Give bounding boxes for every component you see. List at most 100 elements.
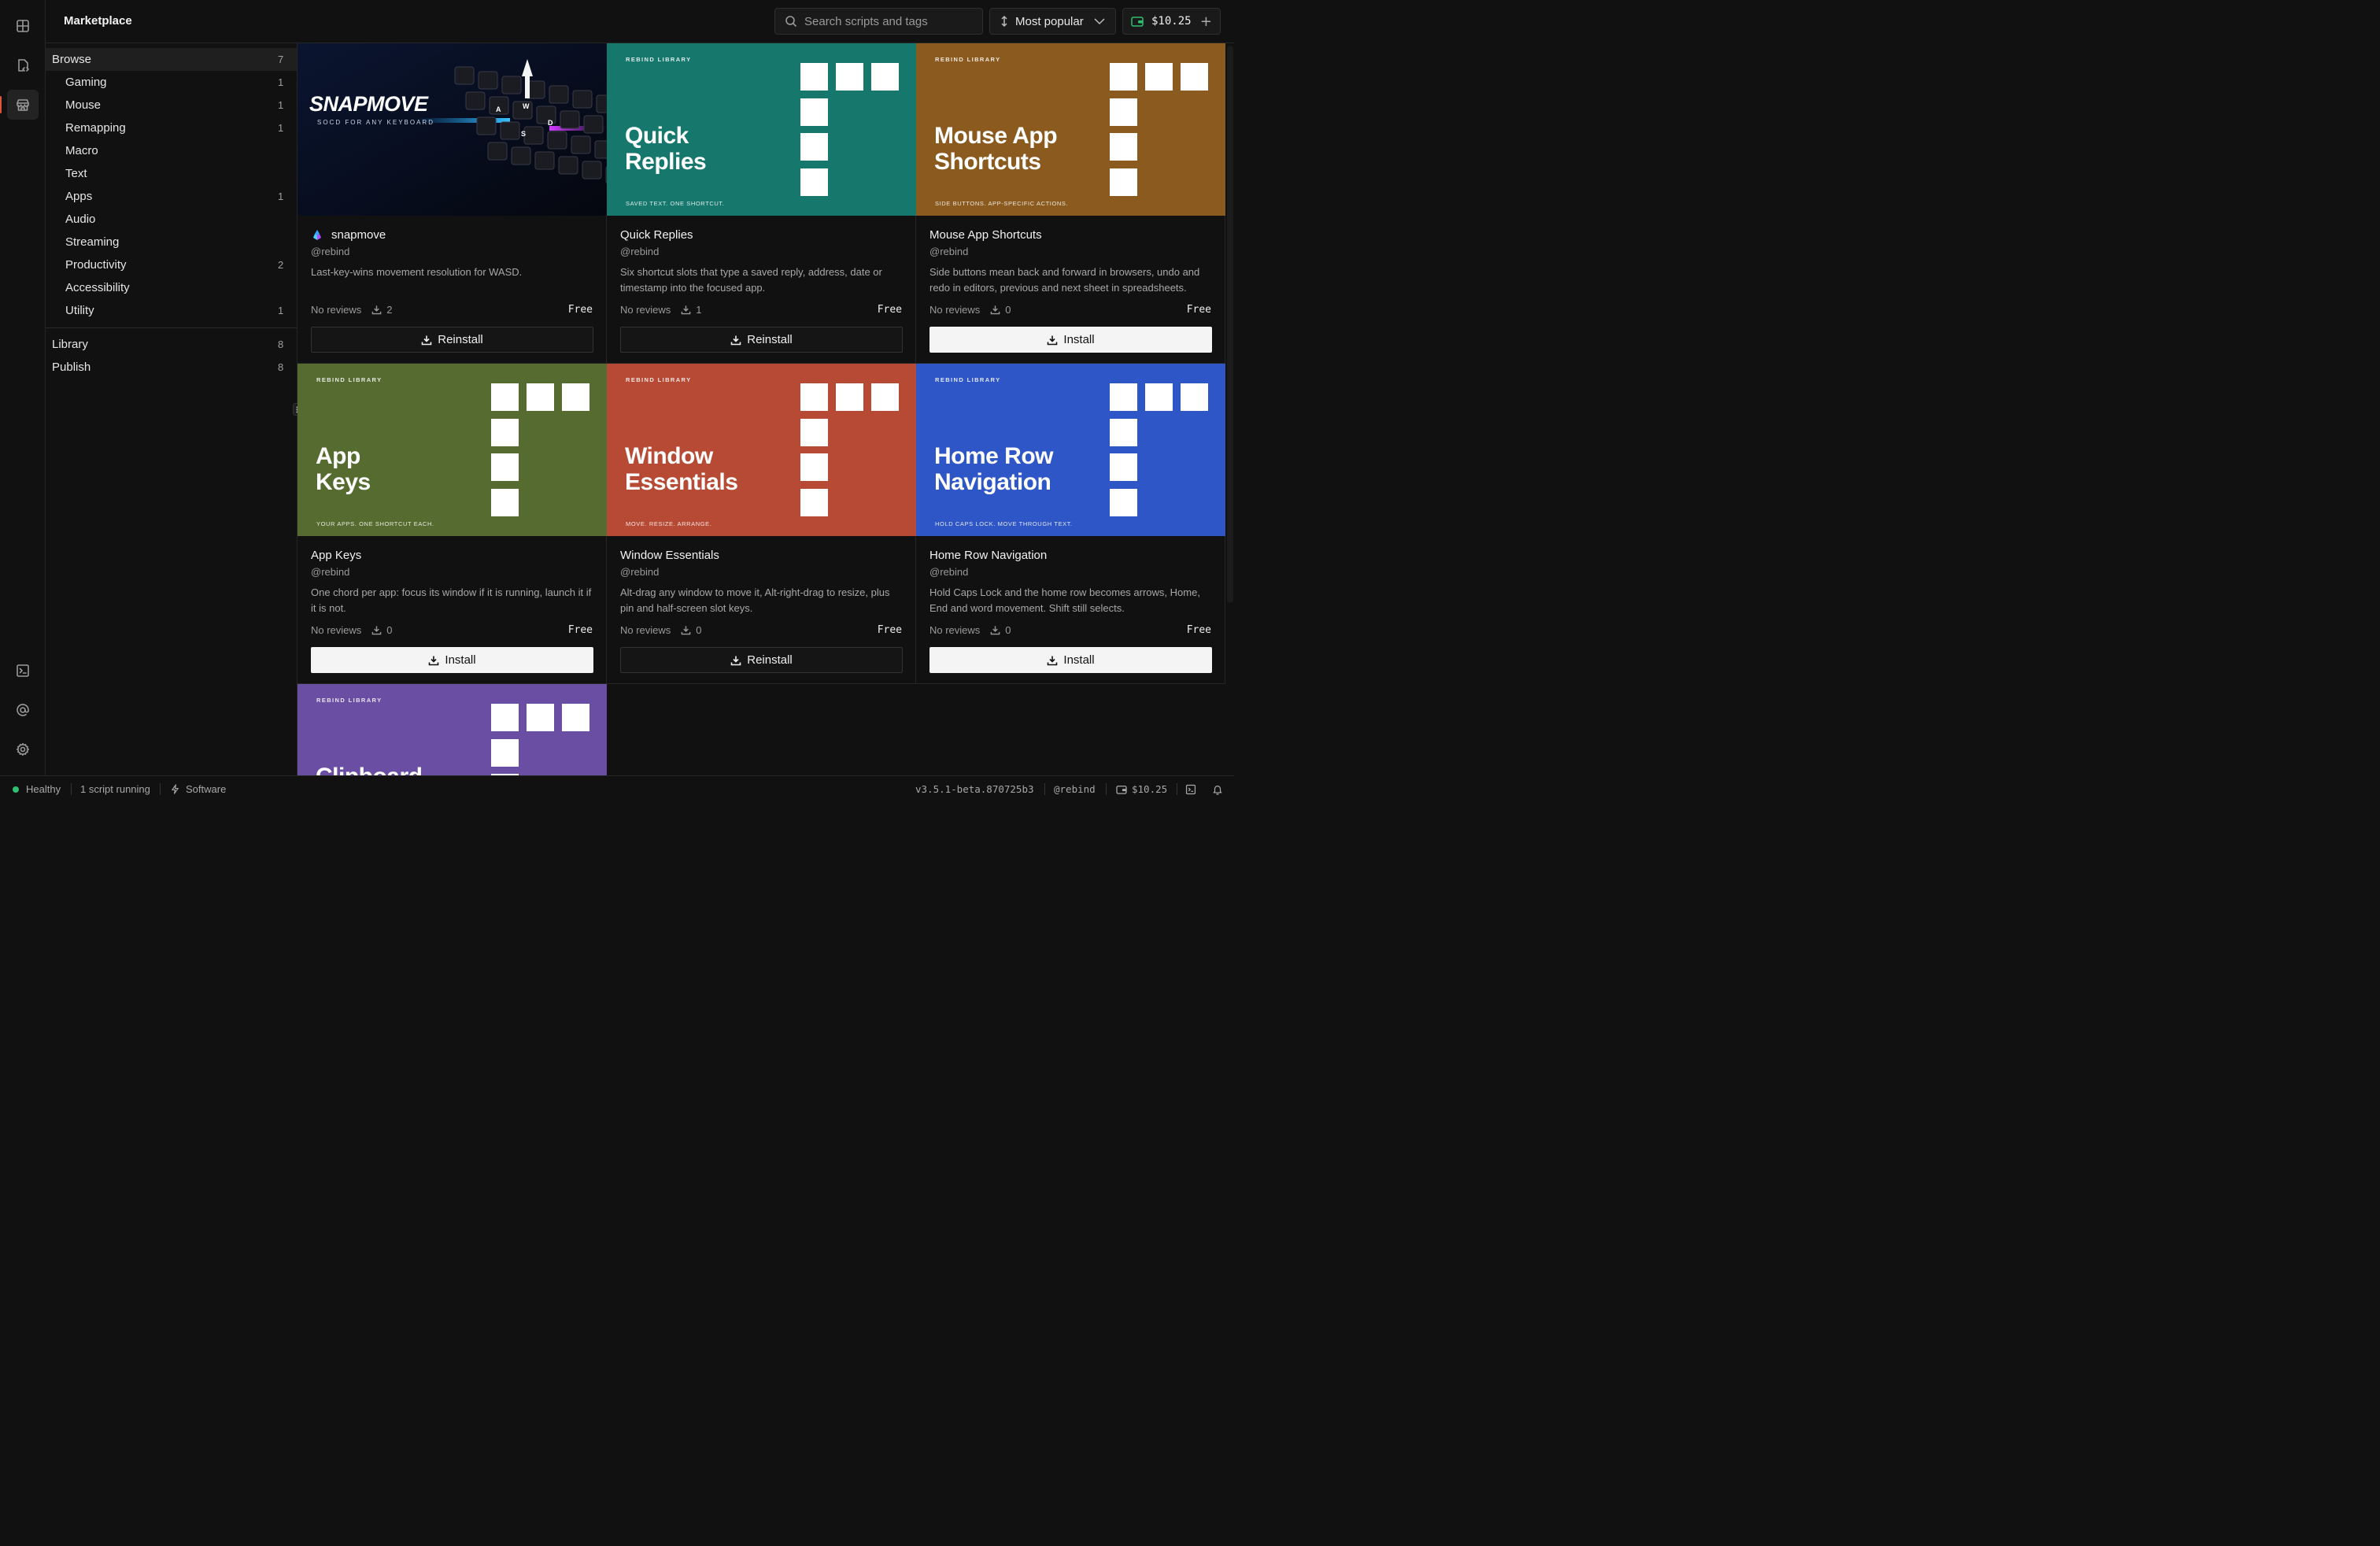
card-title[interactable]: Window Essentials xyxy=(620,549,719,562)
sidebar-item-label: Gaming xyxy=(65,76,107,89)
card-author[interactable]: @rebind xyxy=(620,566,659,578)
sidebar-item-remapping[interactable]: Remapping 1 xyxy=(46,117,297,139)
settings-icon[interactable] xyxy=(7,734,39,764)
sidebar-item-browse[interactable]: Browse 7 xyxy=(46,48,297,71)
card-title[interactable]: App Keys xyxy=(311,549,361,562)
at-icon[interactable] xyxy=(7,695,39,725)
card-banner[interactable]: SNAPMOVE SOCD FOR ANY KEYBOARD A W S D xyxy=(298,43,607,216)
install-count: 0 xyxy=(1005,304,1011,316)
banner-heading-line: Replies xyxy=(625,149,707,175)
add-funds-button[interactable]: + xyxy=(1200,13,1212,30)
download-icon xyxy=(1048,656,1058,665)
banner-heading-line: Keys xyxy=(316,469,371,495)
sidebar-item-gaming[interactable]: Gaming 1 xyxy=(46,71,297,94)
script-edit-icon[interactable] xyxy=(7,50,39,80)
reinstall-button[interactable]: Reinstall xyxy=(311,327,593,353)
script-card[interactable]: REBIND LIBRARY Quick Replies SAVED TEXT. ON… xyxy=(607,43,916,364)
install-count: 1 xyxy=(696,304,702,316)
sidebar-item-macro[interactable]: Macro xyxy=(46,139,297,162)
reviews-label: No reviews xyxy=(620,624,671,636)
reinstall-button[interactable]: Reinstall xyxy=(620,647,903,673)
sidebar-item-productivity[interactable]: Productivity 2 xyxy=(46,253,297,276)
sort-icon xyxy=(1001,15,1007,28)
banner-square xyxy=(1110,168,1137,196)
card-banner[interactable]: REBIND LIBRARY Mouse App Shortcuts SIDE BUT… xyxy=(916,43,1225,216)
grid-icon[interactable] xyxy=(7,11,39,41)
banner-square xyxy=(1110,489,1137,516)
card-description: One chord per app: focus its window if i… xyxy=(311,586,592,614)
sidebar-item-label: Apps xyxy=(65,190,93,203)
card-author[interactable]: @rebind xyxy=(620,246,659,257)
card-title[interactable]: Home Row Navigation xyxy=(929,549,1047,562)
sort-dropdown[interactable]: Most popular xyxy=(989,8,1116,35)
sort-label: Most popular xyxy=(1015,14,1084,28)
reinstall-button[interactable]: Reinstall xyxy=(620,327,903,353)
mode-status[interactable]: Software xyxy=(170,776,226,802)
status-wallet[interactable]: $10.25 xyxy=(1116,776,1167,802)
user-handle[interactable]: @rebind xyxy=(1054,776,1096,802)
price-label: Free xyxy=(567,304,593,316)
scrollbar-thumb[interactable] xyxy=(1227,46,1233,603)
banner-tag: REBIND LIBRARY xyxy=(626,56,692,63)
snapmove-logo-icon xyxy=(313,229,321,240)
script-card[interactable]: REBIND LIBRARY App Keys YOUR APPS. ONE SHOR… xyxy=(298,364,607,684)
script-card[interactable]: REBIND LIBRARY Mouse App Shortcuts SIDE BUT… xyxy=(916,43,1225,364)
banner-square xyxy=(800,133,828,161)
download-icon xyxy=(730,656,741,665)
install-button[interactable]: Install xyxy=(929,327,1212,353)
search-icon xyxy=(785,16,797,28)
wallet-button[interactable]: $10.25 + xyxy=(1122,8,1221,35)
sidebar-item-library[interactable]: Library 8 xyxy=(46,333,297,356)
card-title-text: snapmove xyxy=(331,228,386,242)
card-author[interactable]: @rebind xyxy=(929,246,968,257)
script-card[interactable]: REBIND LIBRARY Clipboard xyxy=(298,684,607,775)
card-title[interactable]: Mouse App Shortcuts xyxy=(929,228,1042,242)
store-icon[interactable] xyxy=(0,90,39,120)
script-card[interactable]: SNAPMOVE SOCD FOR ANY KEYBOARD A W S D snapmov… xyxy=(298,43,607,364)
search-input[interactable] xyxy=(804,14,970,28)
banner-square xyxy=(527,383,554,411)
card-banner[interactable]: REBIND LIBRARY Quick Replies SAVED TEXT. ON… xyxy=(607,43,916,216)
card-title-text: Home Row Navigation xyxy=(929,549,1048,562)
banner-heading-line: Shortcuts xyxy=(934,149,1041,175)
banner-subtag: YOUR APPS. ONE SHORTCUT EACH. xyxy=(316,520,434,527)
banner-heading-line: Home Row xyxy=(934,443,1054,469)
search-box[interactable] xyxy=(774,8,983,35)
script-card[interactable]: REBIND LIBRARY Home Row Navigation HOLD CAP… xyxy=(916,364,1225,684)
sidebar-item-text[interactable]: Text xyxy=(46,162,297,185)
scripts-running[interactable]: 1 script running xyxy=(80,776,150,802)
card-author[interactable]: @rebind xyxy=(929,566,968,578)
health-label: Healthy xyxy=(26,783,61,795)
banner-heading-line: Quick xyxy=(625,123,689,149)
card-banner[interactable]: REBIND LIBRARY Home Row Navigation HOLD CAP… xyxy=(916,364,1225,536)
sidebar-item-audio[interactable]: Audio xyxy=(46,208,297,231)
sidebar-item-publish[interactable]: Publish 8 xyxy=(46,356,297,379)
banner-square xyxy=(871,383,899,411)
sidebar-item-apps[interactable]: Apps 1 xyxy=(46,185,297,208)
wallet-icon xyxy=(1131,17,1144,27)
install-count: 0 xyxy=(1005,624,1011,636)
console-icon[interactable] xyxy=(1185,776,1196,802)
status-wallet-amount: $10.25 xyxy=(1132,783,1168,795)
script-card[interactable]: REBIND LIBRARY Window Essentials MOVE. RESI… xyxy=(607,364,916,684)
sidebar-item-accessibility[interactable]: Accessibility xyxy=(46,276,297,299)
install-button[interactable]: Install xyxy=(311,647,593,673)
bell-icon[interactable] xyxy=(1212,776,1223,802)
card-author[interactable]: @rebind xyxy=(311,566,349,578)
card-banner[interactable]: REBIND LIBRARY App Keys YOUR APPS. ONE SHOR… xyxy=(298,364,607,536)
banner-subtag: HOLD CAPS LOCK. MOVE THROUGH TEXT. xyxy=(935,520,1073,527)
card-banner[interactable]: REBIND LIBRARY Clipboard xyxy=(298,684,607,775)
card-title[interactable]: Quick Replies xyxy=(620,228,693,242)
sidebar-item-utility[interactable]: Utility 1 xyxy=(46,299,297,322)
card-title[interactable]: snapmove xyxy=(311,228,386,242)
health-status[interactable]: Healthy xyxy=(13,776,61,802)
card-author[interactable]: @rebind xyxy=(311,246,349,257)
banner-subtag: MOVE. RESIZE. ARRANGE. xyxy=(626,520,712,527)
card-banner[interactable]: REBIND LIBRARY Window Essentials MOVE. RESI… xyxy=(607,364,916,536)
sidebar-item-mouse[interactable]: Mouse 1 xyxy=(46,94,297,117)
install-button[interactable]: Install xyxy=(929,647,1212,673)
card-description: Last-key-wins movement resolution for WA… xyxy=(311,266,523,278)
reviews-label: No reviews xyxy=(311,304,362,316)
sidebar-item-streaming[interactable]: Streaming xyxy=(46,231,297,253)
terminal-icon[interactable] xyxy=(7,656,39,686)
